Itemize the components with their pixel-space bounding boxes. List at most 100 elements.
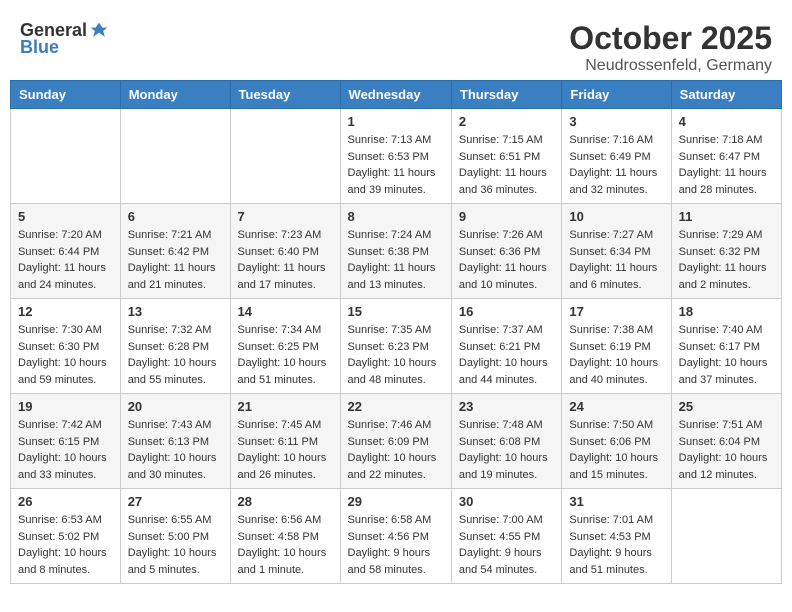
day-info: Sunrise: 7:29 AMSunset: 6:32 PMDaylight:… xyxy=(679,227,774,293)
day-info: Sunrise: 7:01 AMSunset: 4:53 PMDaylight:… xyxy=(569,512,663,578)
day-number: 21 xyxy=(238,399,333,414)
day-number: 16 xyxy=(459,304,554,319)
day-info: Sunrise: 6:58 AMSunset: 4:56 PMDaylight:… xyxy=(348,512,444,578)
day-number: 2 xyxy=(459,114,554,129)
day-number: 5 xyxy=(18,209,113,224)
day-info: Sunrise: 7:42 AMSunset: 6:15 PMDaylight:… xyxy=(18,417,113,483)
calendar-cell: 8 Sunrise: 7:24 AMSunset: 6:38 PMDaylight… xyxy=(340,204,451,299)
day-info: Sunrise: 7:34 AMSunset: 6:25 PMDaylight:… xyxy=(238,322,333,388)
weekday-header: Thursday xyxy=(451,81,561,109)
calendar-cell: 30 Sunrise: 7:00 AMSunset: 4:55 PMDayligh… xyxy=(451,489,561,584)
calendar-week-row: 5 Sunrise: 7:20 AMSunset: 6:44 PMDaylight… xyxy=(11,204,782,299)
month-title: October 2025 xyxy=(569,20,772,57)
day-info: Sunrise: 7:46 AMSunset: 6:09 PMDaylight:… xyxy=(348,417,444,483)
day-info: Sunrise: 7:13 AMSunset: 6:53 PMDaylight:… xyxy=(348,132,444,198)
day-info: Sunrise: 7:23 AMSunset: 6:40 PMDaylight:… xyxy=(238,227,333,293)
weekday-header: Wednesday xyxy=(340,81,451,109)
day-number: 27 xyxy=(128,494,223,509)
calendar-cell: 1Sunrise: 7:13 AMSunset: 6:53 PMDaylight… xyxy=(340,109,451,204)
calendar-cell: 31 Sunrise: 7:01 AMSunset: 4:53 PMDayligh… xyxy=(562,489,671,584)
day-info: Sunrise: 7:35 AMSunset: 6:23 PMDaylight:… xyxy=(348,322,444,388)
calendar-cell: 25 Sunrise: 7:51 AMSunset: 6:04 PMDayligh… xyxy=(671,394,781,489)
day-number: 3 xyxy=(569,114,663,129)
title-block: October 2025 Neudrossenfeld, Germany xyxy=(569,20,772,75)
day-number: 29 xyxy=(348,494,444,509)
day-number: 30 xyxy=(459,494,554,509)
calendar-week-row: 1Sunrise: 7:13 AMSunset: 6:53 PMDaylight… xyxy=(11,109,782,204)
day-number: 23 xyxy=(459,399,554,414)
day-info: Sunrise: 7:27 AMSunset: 6:34 PMDaylight:… xyxy=(569,227,663,293)
day-info: Sunrise: 7:45 AMSunset: 6:11 PMDaylight:… xyxy=(238,417,333,483)
day-info: Sunrise: 7:18 AMSunset: 6:47 PMDaylight:… xyxy=(679,132,774,198)
calendar-cell: 5 Sunrise: 7:20 AMSunset: 6:44 PMDaylight… xyxy=(11,204,121,299)
calendar-cell: 4 Sunrise: 7:18 AMSunset: 6:47 PMDaylight… xyxy=(671,109,781,204)
day-number: 24 xyxy=(569,399,663,414)
day-number: 26 xyxy=(18,494,113,509)
day-number: 25 xyxy=(679,399,774,414)
weekday-header: Friday xyxy=(562,81,671,109)
day-number: 17 xyxy=(569,304,663,319)
calendar-cell: 11 Sunrise: 7:29 AMSunset: 6:32 PMDayligh… xyxy=(671,204,781,299)
calendar-cell: 16Sunrise: 7:37 AMSunset: 6:21 PMDayligh… xyxy=(451,299,561,394)
day-info: Sunrise: 7:48 AMSunset: 6:08 PMDaylight:… xyxy=(459,417,554,483)
calendar-cell: 20 Sunrise: 7:43 AMSunset: 6:13 PMDayligh… xyxy=(120,394,230,489)
calendar-cell: 7 Sunrise: 7:23 AMSunset: 6:40 PMDaylight… xyxy=(230,204,340,299)
calendar-cell: 21 Sunrise: 7:45 AMSunset: 6:11 PMDayligh… xyxy=(230,394,340,489)
day-number: 12 xyxy=(18,304,113,319)
day-info: Sunrise: 7:16 AMSunset: 6:49 PMDaylight:… xyxy=(569,132,663,198)
calendar-cell: 17Sunrise: 7:38 AMSunset: 6:19 PMDayligh… xyxy=(562,299,671,394)
day-number: 10 xyxy=(569,209,663,224)
day-number: 18 xyxy=(679,304,774,319)
day-number: 20 xyxy=(128,399,223,414)
day-info: Sunrise: 7:43 AMSunset: 6:13 PMDaylight:… xyxy=(128,417,223,483)
day-info: Sunrise: 7:26 AMSunset: 6:36 PMDaylight:… xyxy=(459,227,554,293)
logo: General Blue xyxy=(20,20,109,58)
calendar-cell: 18 Sunrise: 7:40 AMSunset: 6:17 PMDayligh… xyxy=(671,299,781,394)
day-number: 4 xyxy=(679,114,774,129)
day-number: 31 xyxy=(569,494,663,509)
day-info: Sunrise: 7:40 AMSunset: 6:17 PMDaylight:… xyxy=(679,322,774,388)
day-number: 11 xyxy=(679,209,774,224)
day-info: Sunrise: 7:21 AMSunset: 6:42 PMDaylight:… xyxy=(128,227,223,293)
calendar-cell: 2 Sunrise: 7:15 AMSunset: 6:51 PMDaylight… xyxy=(451,109,561,204)
calendar-cell xyxy=(230,109,340,204)
calendar-cell: 29 Sunrise: 6:58 AMSunset: 4:56 PMDayligh… xyxy=(340,489,451,584)
calendar-cell: 12 Sunrise: 7:30 AMSunset: 6:30 PMDayligh… xyxy=(11,299,121,394)
day-number: 28 xyxy=(238,494,333,509)
calendar-cell: 23 Sunrise: 7:48 AMSunset: 6:08 PMDayligh… xyxy=(451,394,561,489)
calendar-cell: 24 Sunrise: 7:50 AMSunset: 6:06 PMDayligh… xyxy=(562,394,671,489)
day-number: 8 xyxy=(348,209,444,224)
day-number: 19 xyxy=(18,399,113,414)
calendar-week-row: 19 Sunrise: 7:42 AMSunset: 6:15 PMDayligh… xyxy=(11,394,782,489)
day-info: Sunrise: 7:20 AMSunset: 6:44 PMDaylight:… xyxy=(18,227,113,293)
calendar-cell xyxy=(671,489,781,584)
day-info: Sunrise: 7:24 AMSunset: 6:38 PMDaylight:… xyxy=(348,227,444,293)
weekday-header: Tuesday xyxy=(230,81,340,109)
day-info: Sunrise: 6:53 AMSunset: 5:02 PMDaylight:… xyxy=(18,512,113,578)
logo-icon xyxy=(89,21,109,41)
day-info: Sunrise: 7:15 AMSunset: 6:51 PMDaylight:… xyxy=(459,132,554,198)
calendar-cell: 19 Sunrise: 7:42 AMSunset: 6:15 PMDayligh… xyxy=(11,394,121,489)
calendar-cell: 27 Sunrise: 6:55 AMSunset: 5:00 PMDayligh… xyxy=(120,489,230,584)
day-number: 9 xyxy=(459,209,554,224)
day-number: 22 xyxy=(348,399,444,414)
calendar-cell: 26 Sunrise: 6:53 AMSunset: 5:02 PMDayligh… xyxy=(11,489,121,584)
day-info: Sunrise: 7:50 AMSunset: 6:06 PMDaylight:… xyxy=(569,417,663,483)
calendar-table: SundayMondayTuesdayWednesdayThursdayFrid… xyxy=(10,80,782,584)
weekday-header: Saturday xyxy=(671,81,781,109)
day-number: 14 xyxy=(238,304,333,319)
weekday-header: Monday xyxy=(120,81,230,109)
calendar-cell: 10 Sunrise: 7:27 AMSunset: 6:34 PMDayligh… xyxy=(562,204,671,299)
calendar-cell: 14 Sunrise: 7:34 AMSunset: 6:25 PMDayligh… xyxy=(230,299,340,394)
day-number: 15 xyxy=(348,304,444,319)
calendar-cell: 15 Sunrise: 7:35 AMSunset: 6:23 PMDayligh… xyxy=(340,299,451,394)
weekday-header: Sunday xyxy=(11,81,121,109)
page-header: General Blue October 2025 Neudrossenfeld… xyxy=(10,10,782,80)
day-info: Sunrise: 7:51 AMSunset: 6:04 PMDaylight:… xyxy=(679,417,774,483)
day-info: Sunrise: 7:30 AMSunset: 6:30 PMDaylight:… xyxy=(18,322,113,388)
day-info: Sunrise: 6:55 AMSunset: 5:00 PMDaylight:… xyxy=(128,512,223,578)
day-number: 7 xyxy=(238,209,333,224)
calendar-cell xyxy=(120,109,230,204)
day-info: Sunrise: 7:00 AMSunset: 4:55 PMDaylight:… xyxy=(459,512,554,578)
calendar-cell: 22 Sunrise: 7:46 AMSunset: 6:09 PMDayligh… xyxy=(340,394,451,489)
